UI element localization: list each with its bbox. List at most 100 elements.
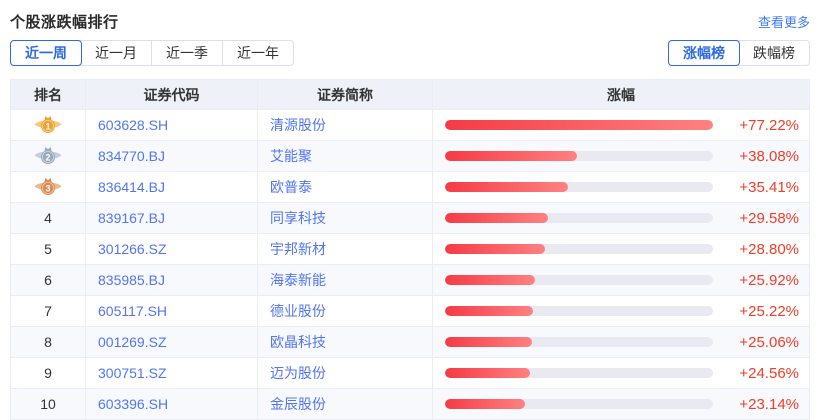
code-cell: 300751.SZ xyxy=(86,358,258,388)
stock-name[interactable]: 海泰新能 xyxy=(270,270,326,290)
stock-name[interactable]: 艾能聚 xyxy=(270,146,312,166)
rank-cell: 3 xyxy=(11,172,86,202)
name-cell: 宇邦新材 xyxy=(258,234,433,264)
table-row[interactable]: 9 300751.SZ 迈为股份 +24.56% xyxy=(11,358,809,389)
change-value: +38.08% xyxy=(727,148,799,165)
stock-name[interactable]: 德业股份 xyxy=(270,301,326,321)
stock-code[interactable]: 835985.BJ xyxy=(98,272,165,288)
stock-code[interactable]: 605117.SH xyxy=(98,303,167,319)
code-cell: 835985.BJ xyxy=(86,265,258,295)
rank-cell: 5 xyxy=(11,234,86,264)
stock-name[interactable]: 金辰股份 xyxy=(270,394,326,414)
rank-number: 4 xyxy=(44,210,52,226)
rank-number: 5 xyxy=(44,241,52,257)
change-bar-track xyxy=(445,244,713,254)
stock-code[interactable]: 300751.SZ xyxy=(98,365,167,381)
change-bar-fill xyxy=(445,337,532,347)
code-cell: 839167.BJ xyxy=(86,203,258,233)
gold-medal-icon: 1 xyxy=(34,115,62,135)
table-row[interactable]: 5 301266.SZ 宇邦新材 +28.80% xyxy=(11,234,809,265)
change-cell: +77.22% xyxy=(433,110,809,140)
change-bar-fill xyxy=(445,368,530,378)
stock-code[interactable]: 603396.SH xyxy=(98,396,168,412)
stock-name[interactable]: 宇邦新材 xyxy=(270,239,326,259)
change-bar-fill xyxy=(445,151,577,161)
table-row[interactable]: 6835985.BJ海泰新能+25.92% xyxy=(11,265,809,296)
change-bar-fill xyxy=(445,120,713,130)
stock-code[interactable]: 301266.SZ xyxy=(98,241,167,257)
name-cell: 德业股份 xyxy=(258,296,433,326)
change-bar-track xyxy=(445,368,713,378)
change-value: +25.22% xyxy=(727,303,799,320)
tab-year[interactable]: 近一年 xyxy=(222,41,293,65)
stock-name[interactable]: 欧普泰 xyxy=(270,177,312,197)
change-bar-fill xyxy=(445,399,525,409)
name-cell: 清源股份 xyxy=(258,110,433,140)
change-cell: +28.80% xyxy=(433,234,809,264)
name-cell: 海泰新能 xyxy=(258,265,433,295)
header-name: 证券简称 xyxy=(258,80,433,109)
svg-text:1: 1 xyxy=(45,121,50,131)
code-cell: 836414.BJ xyxy=(86,172,258,202)
stock-name[interactable]: 欧晶科技 xyxy=(270,332,326,352)
code-cell: 001269.SZ xyxy=(86,327,258,357)
tab-week[interactable]: 近一周 xyxy=(10,40,82,66)
change-bar-fill xyxy=(445,306,533,316)
change-bar-fill xyxy=(445,182,568,192)
table-row[interactable]: 8 001269.SZ 欧晶科技 +25.06% xyxy=(11,327,809,358)
change-bar-track xyxy=(445,275,713,285)
table-row[interactable]: 7605117.SH德业股份+25.22% xyxy=(11,296,809,327)
table-row[interactable]: 4 839167.BJ 同享科技 +29.58% xyxy=(11,203,809,234)
rank-cell: 2 xyxy=(11,141,86,171)
silver-medal-icon: 2 xyxy=(34,146,62,166)
change-bar-track xyxy=(445,399,713,409)
change-cell: +24.56% xyxy=(433,358,809,388)
name-cell: 迈为股份 xyxy=(258,358,433,388)
change-bar-fill xyxy=(445,244,545,254)
change-bar-track xyxy=(445,151,713,161)
toggle-losers[interactable]: 跌幅榜 xyxy=(739,41,809,65)
change-value: +29.58% xyxy=(727,210,799,227)
rank-cell: 4 xyxy=(11,203,86,233)
stock-code[interactable]: 001269.SZ xyxy=(98,334,167,350)
toggle-gainers[interactable]: 涨幅榜 xyxy=(668,40,740,66)
rank-number: 8 xyxy=(44,334,52,350)
change-value: +28.80% xyxy=(727,241,799,258)
code-cell: 605117.SH xyxy=(86,296,258,326)
name-cell: 欧晶科技 xyxy=(258,327,433,357)
stock-code[interactable]: 839167.BJ xyxy=(98,210,165,226)
change-bar-track xyxy=(445,182,713,192)
stock-code[interactable]: 834770.BJ xyxy=(98,148,165,164)
rank-number: 9 xyxy=(44,365,52,381)
name-cell: 同享科技 xyxy=(258,203,433,233)
stock-name[interactable]: 迈为股份 xyxy=(270,363,326,383)
panel-header: 个股涨跌幅排行 查看更多 xyxy=(10,10,810,32)
change-value: +25.06% xyxy=(727,334,799,351)
stock-name[interactable]: 清源股份 xyxy=(270,115,326,135)
controls-row: 近一周近一月近一季近一年 涨幅榜跌幅榜 xyxy=(10,40,810,66)
table-row[interactable]: 2 834770.BJ 艾能聚 +38.08% xyxy=(11,141,809,172)
change-value: +23.14% xyxy=(727,396,799,413)
change-cell: +25.22% xyxy=(433,296,809,326)
svg-text:3: 3 xyxy=(45,183,50,193)
stock-code[interactable]: 603628.SH xyxy=(98,117,168,133)
change-cell: +25.92% xyxy=(433,265,809,295)
board-toggle-group: 涨幅榜跌幅榜 xyxy=(668,40,810,66)
change-bar-fill xyxy=(445,275,535,285)
code-cell: 603628.SH xyxy=(86,110,258,140)
table-row[interactable]: 1 603628.SH 清源股份 +77.22% xyxy=(11,110,809,141)
table-body: 1 603628.SH 清源股份 +77.22% 2 834770.BJ 艾能聚 +38.08… xyxy=(11,110,809,420)
bronze-medal-icon: 3 xyxy=(34,177,62,197)
change-bar-track xyxy=(445,120,713,130)
rank-number: 10 xyxy=(40,396,56,412)
change-bar-track xyxy=(445,213,713,223)
code-cell: 834770.BJ xyxy=(86,141,258,171)
change-value: +77.22% xyxy=(727,117,799,134)
stock-name[interactable]: 同享科技 xyxy=(270,208,326,228)
stock-code[interactable]: 836414.BJ xyxy=(98,179,165,195)
table-row[interactable]: 3836414.BJ欧普泰+35.41% xyxy=(11,172,809,203)
view-more-link[interactable]: 查看更多 xyxy=(758,12,810,31)
table-row[interactable]: 10 603396.SH 金辰股份 +23.14% xyxy=(11,389,809,420)
tab-month[interactable]: 近一月 xyxy=(81,41,151,65)
tab-quarter[interactable]: 近一季 xyxy=(151,41,222,65)
